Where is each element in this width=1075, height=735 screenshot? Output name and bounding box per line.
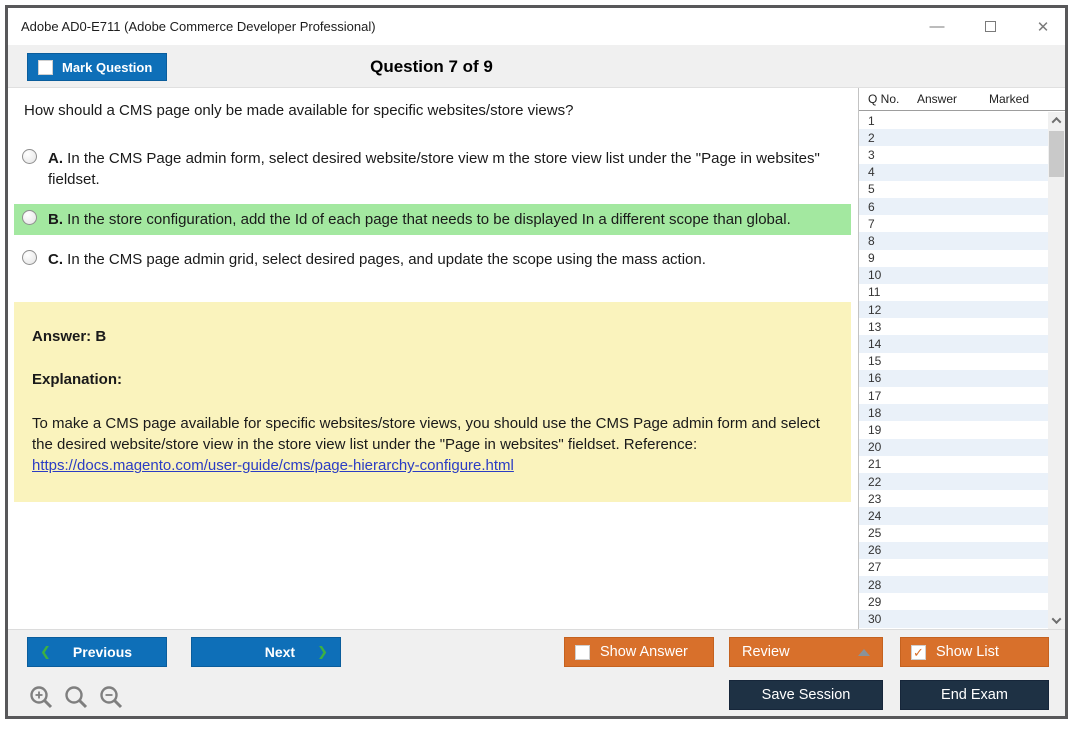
main-content: How should a CMS page only be made avail…	[8, 88, 1065, 629]
check-icon: ✓	[913, 644, 924, 660]
question-list-row[interactable]: 13	[859, 318, 1048, 335]
question-list-row[interactable]: 9	[859, 250, 1048, 267]
question-list-panel: Q No. Answer Marked 1 2 3 4 5 6 7 8 9 10 11 12 13 14 1…	[858, 88, 1065, 629]
explanation-body: To make a CMS page available for specifi…	[32, 414, 820, 453]
question-list-body: 1 2 3 4 5 6 7 8 9 10 11 12 13 14 15 16 17 18 19 20 21 22 23 24 2…	[859, 112, 1048, 629]
show-list-label: Show List	[936, 644, 999, 660]
chevron-left-icon: ❮	[40, 644, 51, 659]
previous-label: Previous	[72, 644, 133, 660]
next-button[interactable]: Next ❯	[191, 637, 341, 667]
question-list-row[interactable]: 29	[859, 593, 1048, 610]
question-list-row[interactable]: 16	[859, 369, 1048, 387]
previous-button[interactable]: ❮ Previous	[27, 637, 167, 667]
question-text: How should a CMS page only be made avail…	[24, 102, 574, 119]
scrollbar-thumb[interactable]	[1049, 131, 1064, 177]
question-list-row[interactable]: 1	[859, 112, 1048, 129]
scroll-down-icon[interactable]	[1048, 612, 1065, 629]
question-area: How should a CMS page only be made avail…	[8, 88, 858, 629]
next-label: Next	[264, 644, 296, 660]
show-list-button[interactable]: ✓ Show List	[900, 637, 1049, 667]
question-list-row[interactable]: 2	[859, 129, 1048, 147]
end-exam-label: End Exam	[941, 687, 1008, 703]
save-session-button[interactable]: Save Session	[729, 680, 883, 710]
save-session-label: Save Session	[761, 687, 851, 703]
chevron-down-icon	[1051, 614, 1062, 625]
window-title: Adobe AD0-E711 (Adobe Commerce Developer…	[21, 19, 376, 34]
explanation-box: Answer: B Explanation: To make a CMS pag…	[14, 302, 851, 503]
question-list-row[interactable]: 26	[859, 541, 1048, 559]
question-list-row[interactable]: 20	[859, 438, 1048, 456]
question-list-row[interactable]: 3	[859, 146, 1048, 163]
column-answer: Answer	[917, 92, 958, 106]
answer-option[interactable]: C. In the CMS page admin grid, select de…	[14, 244, 851, 275]
caret-up-icon	[858, 648, 870, 656]
question-list-row[interactable]: 17	[859, 387, 1048, 404]
show-answer-checkbox[interactable]	[575, 644, 590, 660]
question-list-row[interactable]: 28	[859, 576, 1048, 594]
question-list-row[interactable]: 22	[859, 472, 1048, 491]
end-exam-button[interactable]: End Exam	[900, 680, 1049, 710]
review-dropdown-button[interactable]: Review	[729, 637, 883, 667]
question-list-row[interactable]: 6	[859, 197, 1048, 216]
question-list-row[interactable]: 10	[859, 266, 1048, 284]
show-answer-label: Show Answer	[600, 644, 688, 660]
minimize-icon[interactable]: —	[927, 17, 947, 37]
chevron-right-icon: ❯	[317, 644, 328, 659]
option-radio[interactable]	[22, 210, 37, 225]
show-answer-button[interactable]: Show Answer	[564, 637, 714, 667]
reference-link[interactable]: https://docs.magento.com/user-guide/cms/…	[32, 455, 514, 476]
question-list-row[interactable]: 11	[859, 284, 1048, 301]
question-list-row[interactable]: 15	[859, 353, 1048, 370]
answer-option[interactable]: B. In the store configuration, add the I…	[14, 204, 851, 235]
zoom-in-icon[interactable]	[29, 685, 54, 710]
question-list-row[interactable]: 5	[859, 181, 1048, 198]
question-list-row[interactable]: 21	[859, 456, 1048, 473]
maximize-icon[interactable]	[980, 17, 1000, 37]
review-label: Review	[742, 644, 790, 660]
zoom-reset-icon[interactable]	[64, 685, 89, 710]
question-list-row[interactable]: 4	[859, 163, 1048, 181]
column-qno: Q No.	[868, 92, 900, 106]
question-list-row[interactable]: 24	[859, 507, 1048, 525]
options-list: A. In the CMS Page admin form, select de…	[14, 143, 851, 275]
option-text: A. In the CMS Page admin form, select de…	[48, 150, 820, 188]
question-list-row[interactable]: 14	[859, 335, 1048, 353]
question-list-row[interactable]: 8	[859, 232, 1048, 250]
option-text: C. In the CMS page admin grid, select de…	[48, 251, 706, 268]
scroll-up-icon[interactable]	[1048, 112, 1065, 129]
question-list-row[interactable]: 7	[859, 215, 1048, 232]
show-list-checkbox[interactable]: ✓	[911, 644, 926, 660]
question-list-row[interactable]: 25	[859, 525, 1048, 542]
option-radio[interactable]	[22, 149, 37, 164]
question-list-row[interactable]: 19	[859, 421, 1048, 438]
question-list-header: Q No. Answer Marked	[859, 88, 1065, 111]
maximize-box	[984, 21, 996, 32]
window-controls: — ✕	[927, 8, 1053, 45]
header-bar: Mark Question Question 7 of 9	[8, 45, 1065, 88]
close-icon[interactable]: ✕	[1033, 17, 1053, 37]
zoom-toolbar	[29, 685, 124, 710]
question-list-row[interactable]: 23	[859, 490, 1048, 507]
desktop-background: Adobe AD0-E711 (Adobe Commerce Developer…	[0, 0, 1075, 735]
question-list-row[interactable]: 18	[859, 404, 1048, 422]
zoom-out-icon[interactable]	[99, 685, 124, 710]
titlebar: Adobe AD0-E711 (Adobe Commerce Developer…	[8, 8, 1065, 45]
question-list-scrollbar[interactable]	[1048, 112, 1065, 629]
question-list-row[interactable]: 12	[859, 301, 1048, 319]
app-window: Adobe AD0-E711 (Adobe Commerce Developer…	[5, 5, 1068, 719]
explanation-label: Explanation:	[32, 371, 123, 389]
column-marked: Marked	[989, 92, 1030, 106]
question-counter: Question 7 of 9	[370, 56, 493, 76]
answer-option[interactable]: A. In the CMS Page admin form, select de…	[14, 143, 851, 195]
answer-label: Answer: B	[32, 328, 107, 345]
question-list-row[interactable]: 27	[859, 559, 1048, 576]
chevron-up-icon	[1051, 116, 1062, 127]
footer-bar: ❮ Previous Next ❯ Show Answer Review ✓ S…	[8, 629, 1065, 716]
option-radio[interactable]	[22, 250, 37, 265]
question-list-row[interactable]: 30	[859, 610, 1048, 628]
option-text: B. In the store configuration, add the I…	[48, 211, 791, 228]
